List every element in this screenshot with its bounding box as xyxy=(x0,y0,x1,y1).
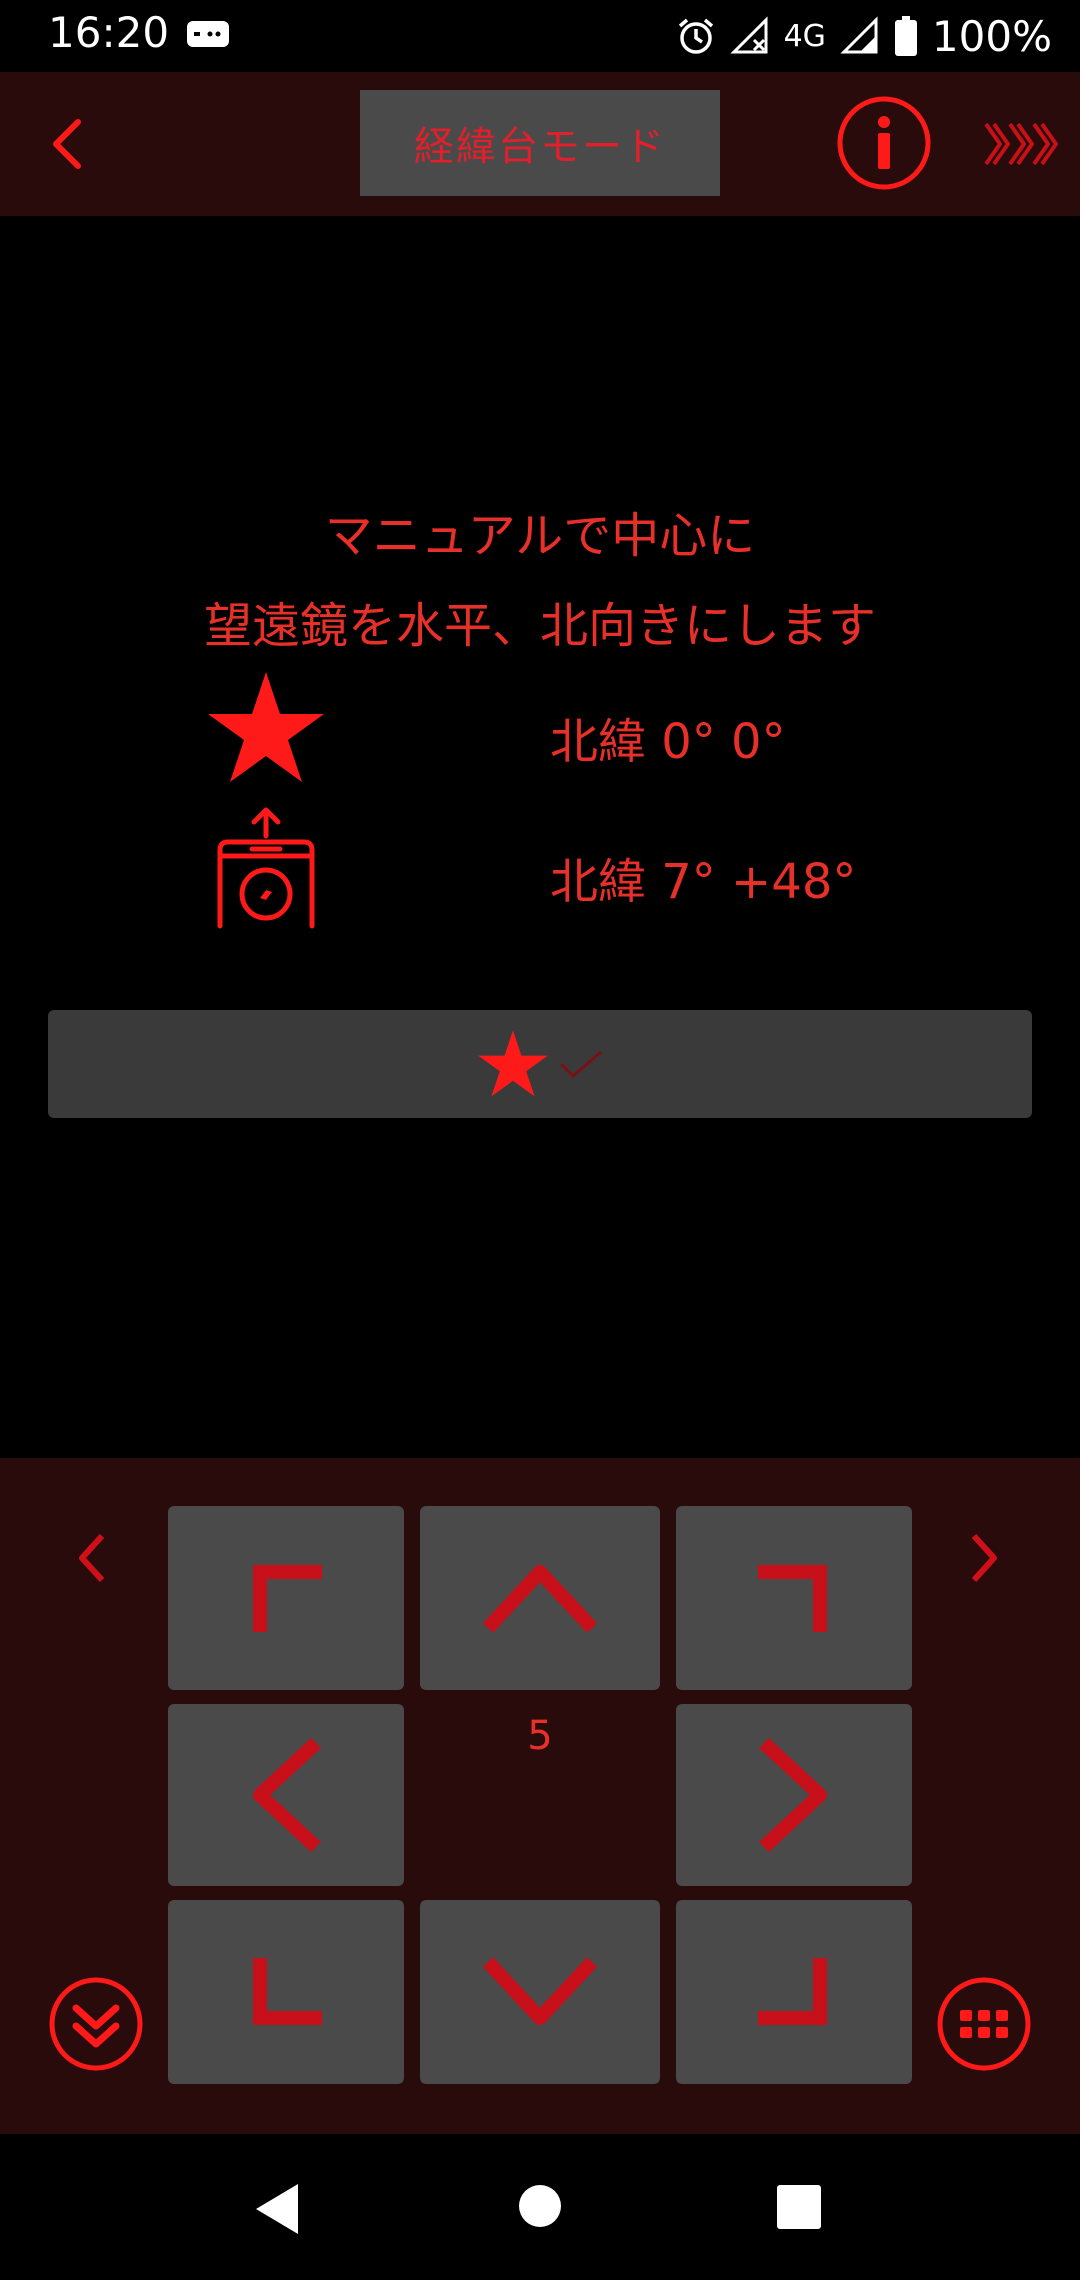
no-signal-icon xyxy=(729,16,768,54)
confirm-button[interactable] xyxy=(48,1010,1032,1118)
nav-back-icon[interactable] xyxy=(252,2182,302,2236)
system-nav-bar xyxy=(0,2134,1080,2280)
nav-recents-icon[interactable] xyxy=(776,2184,822,2230)
corner-up-right-icon xyxy=(758,1565,827,1632)
instruction-line-2: 望遠鏡を水平、北向きにします xyxy=(203,598,876,654)
corner-down-right-icon xyxy=(758,1958,827,2025)
prev-chevron-icon[interactable] xyxy=(72,1528,112,1588)
chevron-up-icon xyxy=(482,1565,598,1633)
status-bar: 16:20 4G 100% xyxy=(0,0,1080,72)
move-down-right-button[interactable] xyxy=(676,1900,912,2084)
top-app-bar: 経緯台モード xyxy=(0,72,1080,216)
move-down-left-button[interactable] xyxy=(168,1900,404,2084)
star-coordinates: 北緯 0° 0° xyxy=(550,714,786,770)
star-icon xyxy=(208,672,324,782)
nav-home-icon[interactable] xyxy=(518,2184,562,2228)
status-time: 16:20 xyxy=(48,8,170,57)
triple-chevron-right-icon[interactable] xyxy=(980,116,1060,172)
back-chevron-icon[interactable] xyxy=(36,112,100,176)
move-left-button[interactable] xyxy=(168,1704,404,1886)
mode-button[interactable]: 経緯台モード xyxy=(360,90,720,196)
control-panel: 5 xyxy=(0,1458,1080,2134)
corner-up-left-icon xyxy=(253,1565,322,1632)
phone-compass-icon xyxy=(217,807,315,929)
move-right-button[interactable] xyxy=(676,1704,912,1886)
chevron-right-icon xyxy=(759,1737,827,1853)
game-controller-icon xyxy=(187,21,229,47)
check-icon xyxy=(559,1050,602,1079)
keypad-grid-icon[interactable] xyxy=(936,1976,1032,2072)
chevron-down-icon xyxy=(482,1957,598,2025)
network-type: 4G xyxy=(783,18,826,54)
device-coordinates: 北緯 7° +48° xyxy=(550,854,857,910)
chevron-left-icon xyxy=(253,1737,321,1853)
move-down-button[interactable] xyxy=(420,1900,660,2084)
battery-level: 100% xyxy=(931,11,1052,61)
star-icon xyxy=(478,1030,548,1097)
move-up-right-button[interactable] xyxy=(676,1506,912,1690)
battery-icon xyxy=(894,16,917,56)
double-chevron-down-icon[interactable] xyxy=(48,1976,144,2072)
signal-icon xyxy=(840,16,878,54)
corner-down-left-icon xyxy=(253,1958,322,2025)
status-icons: 4G 100% xyxy=(676,8,1052,64)
next-chevron-icon[interactable] xyxy=(964,1528,1004,1588)
info-icon[interactable] xyxy=(836,95,932,191)
speed-value: 5 xyxy=(527,1713,553,1759)
instruction-line-1: マニュアルで中心に xyxy=(324,508,756,564)
alarm-icon xyxy=(678,18,713,54)
move-up-button[interactable] xyxy=(420,1506,660,1690)
move-up-left-button[interactable] xyxy=(168,1506,404,1690)
